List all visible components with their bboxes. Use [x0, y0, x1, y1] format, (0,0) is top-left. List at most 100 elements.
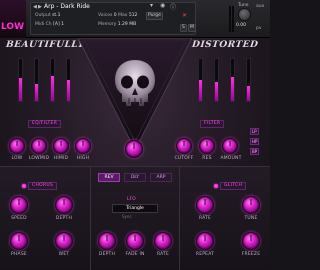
right-slider-4[interactable]: [246, 58, 251, 102]
left-slider-1[interactable]: [18, 58, 23, 102]
aux-button[interactable]: aux: [256, 4, 264, 9]
slider-fill: [19, 77, 22, 101]
right-slider-2[interactable]: [214, 58, 219, 102]
res-knob[interactable]: [199, 138, 215, 154]
bp-toggle[interactable]: BP: [250, 148, 260, 155]
left-slider-3[interactable]: [50, 58, 55, 102]
memory-value: 1.29 MB: [117, 22, 137, 27]
glitch-freeze-knob[interactable]: [242, 232, 260, 250]
memory-label: Memory: [98, 22, 117, 27]
himid-knob[interactable]: [53, 138, 69, 154]
high-knob-label: HIGH: [76, 156, 90, 161]
chorus-phase-knob[interactable]: [10, 232, 28, 250]
low-knob-label: LOW: [11, 156, 23, 161]
chorus-depth-knob[interactable]: [55, 196, 73, 214]
lfo-title: LFO: [127, 197, 136, 202]
chorus-speed-label: SPEED: [11, 216, 27, 221]
right-slider-1[interactable]: [198, 58, 203, 102]
purge-button[interactable]: Purge: [146, 12, 163, 20]
midi-label: Midi Ch: [35, 22, 52, 27]
glitch-tune-label: TUNE: [244, 216, 258, 221]
filter-amount-knob-label: AMOUNT: [220, 156, 242, 161]
prev-instrument-icon[interactable]: ◀: [33, 4, 37, 10]
brand-logo: [0, 0, 26, 38]
chorus-title: CHORUS: [28, 182, 58, 190]
slider-fill: [199, 80, 202, 101]
chorus-speed-knob[interactable]: [10, 196, 28, 214]
himid-knob-label: HIMID: [53, 156, 69, 161]
glitch-repeat-knob[interactable]: [196, 232, 214, 250]
chorus-wet-label: WET: [58, 252, 70, 257]
slider-fill: [215, 82, 218, 101]
low-knob[interactable]: [9, 138, 25, 154]
chorus-depth-label: DEPTH: [55, 216, 73, 221]
max-label: Max: [118, 13, 128, 18]
snapshot-camera-icon[interactable]: ◉: [160, 2, 165, 9]
lfo-fadein-knob[interactable]: [126, 232, 144, 250]
lfo-depth-knob[interactable]: [98, 232, 116, 250]
slider-fill: [35, 84, 38, 101]
cutoff-knob-label: CUTOFF: [174, 156, 194, 161]
midi-value[interactable]: [A] 1: [53, 22, 64, 27]
voices-value: 0: [113, 13, 117, 18]
instrument-menu-icon[interactable]: ▾: [150, 2, 153, 9]
cutoff-knob[interactable]: [176, 138, 192, 154]
info-icon[interactable]: ⓘ: [170, 2, 176, 11]
lfo-rate-label: RATE: [156, 252, 170, 257]
lfo-fadein-label: FADE IN: [125, 252, 145, 257]
next-instrument-icon[interactable]: ▶: [38, 4, 42, 10]
logo-distorted: DISTORTED: [191, 40, 259, 50]
filter-section-label: FILTER: [200, 120, 225, 128]
module-divider: [90, 166, 91, 270]
tune-value: 0.00: [236, 23, 247, 28]
slider-fill: [231, 76, 234, 101]
glitch-freeze-label: FREEZE: [241, 252, 261, 257]
glitch-tune-knob[interactable]: [242, 196, 260, 214]
pv-button[interactable]: pv: [256, 26, 262, 31]
level-meter-right: [232, 6, 234, 32]
chorus-wet-knob[interactable]: [55, 232, 73, 250]
res-knob-label: RES: [202, 156, 212, 161]
slider-fill: [51, 75, 54, 101]
hp-toggle[interactable]: HP: [250, 138, 260, 145]
eq-section-label: EQ/FILTER: [28, 120, 62, 128]
output-label: Output: [35, 13, 51, 18]
lfo-shape-select[interactable]: Triangle: [112, 204, 158, 213]
lp-toggle[interactable]: LP: [250, 128, 259, 135]
glitch-repeat-label: REPEAT: [195, 252, 215, 257]
center-amount-knob[interactable]: [125, 140, 143, 158]
output-value[interactable]: st.1: [52, 13, 60, 18]
lowmid-knob[interactable]: [31, 138, 47, 154]
level-meter-left: [229, 6, 231, 32]
glitch-rate-label: RATE: [198, 216, 212, 221]
high-knob[interactable]: [75, 138, 91, 154]
chorus-power-icon[interactable]: [22, 184, 26, 188]
chorus-phase-label: PHASE: [11, 252, 27, 257]
glitch-rate-knob[interactable]: [196, 196, 214, 214]
skull-icon: [115, 60, 155, 106]
slider-fill: [247, 86, 250, 101]
tune-knob[interactable]: [238, 8, 251, 21]
left-slider-4[interactable]: [66, 58, 71, 102]
logo-beautifully: BEAUTIFULLY: [5, 40, 85, 50]
lfo-rate-knob[interactable]: [154, 232, 172, 250]
tab-dly[interactable]: DLY: [124, 173, 146, 182]
glitch-power-icon[interactable]: [214, 184, 218, 188]
brand-text: LOW: [1, 22, 24, 32]
max-value: 512: [128, 13, 138, 18]
slider-fill: [67, 80, 70, 101]
voices-label: Voices: [98, 13, 113, 18]
lfo-depth-label: DEPTH: [98, 252, 116, 257]
filter-amount-knob[interactable]: [222, 138, 238, 154]
mute-button[interactable]: M: [188, 24, 196, 32]
left-slider-2[interactable]: [34, 58, 39, 102]
right-slider-3[interactable]: [230, 58, 235, 102]
close-icon[interactable]: ✕: [182, 12, 187, 19]
tab-arp[interactable]: ARP: [150, 173, 172, 182]
instrument-name[interactable]: Arp - Dark Ride: [44, 3, 90, 10]
glitch-title: GLITCH: [220, 182, 247, 190]
lfo-sync-label[interactable]: Sync: [122, 214, 132, 219]
tab-rev[interactable]: REV: [98, 173, 120, 182]
module-divider: [179, 166, 180, 270]
solo-button[interactable]: S: [180, 24, 187, 32]
